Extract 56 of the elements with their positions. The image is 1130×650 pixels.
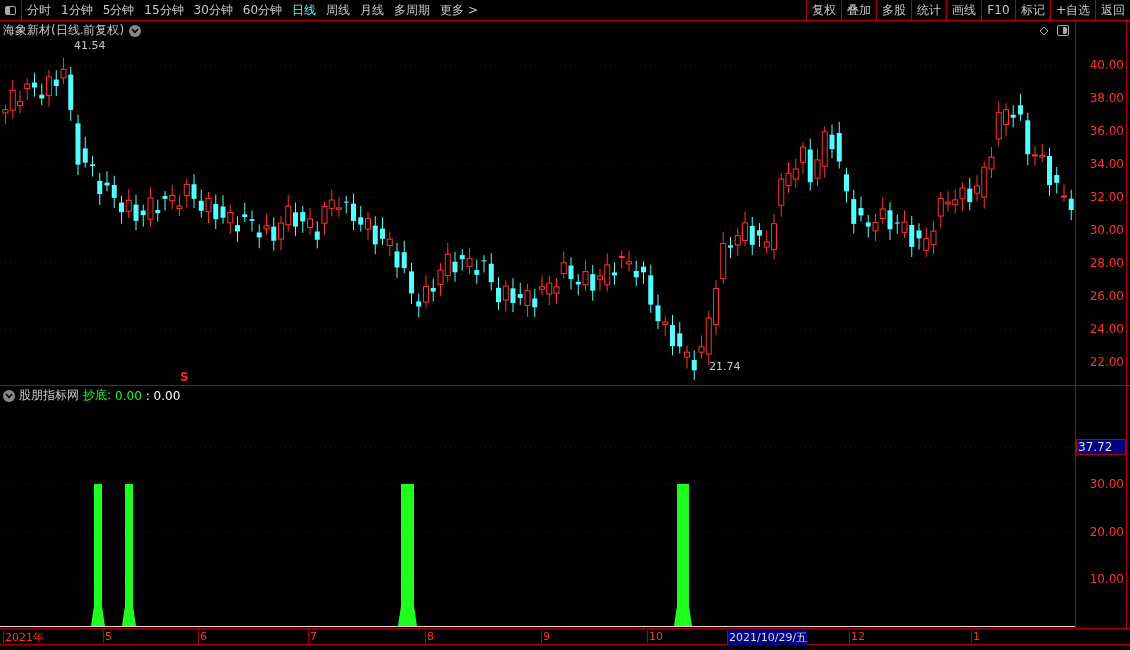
indicator-value: : 0.00: [145, 388, 181, 403]
date-label: 8: [425, 630, 434, 643]
cursor-date-label: 2021/10/29/五: [727, 630, 808, 645]
period-tab[interactable]: 5分钟: [97, 0, 140, 20]
period-tab[interactable]: 60分钟: [237, 0, 288, 20]
date-label: 12: [849, 630, 865, 643]
toolbar-button[interactable]: 返回: [1095, 0, 1130, 20]
date-label: 6: [198, 630, 207, 643]
price-tick: 26.00: [1089, 289, 1124, 303]
cursor-value-label: 37.72: [1076, 439, 1126, 456]
period-tab[interactable]: 1分钟: [56, 0, 98, 20]
high-price-label: 41.54: [74, 39, 106, 52]
toolbar-button[interactable]: 叠加: [840, 0, 876, 20]
price-tick: 34.00: [1089, 157, 1124, 171]
period-tab[interactable]: 多周期: [389, 0, 436, 20]
price-tick: 36.00: [1089, 124, 1124, 138]
dropdown-icon[interactable]: [3, 389, 15, 402]
signal-mark: S: [180, 370, 189, 384]
price-tick: 24.00: [1089, 322, 1124, 336]
dropdown-icon[interactable]: [129, 24, 142, 37]
toolbar-button[interactable]: F10: [980, 0, 1015, 20]
signal-label: 抄底:: [83, 387, 112, 404]
period-tab[interactable]: 15分钟: [139, 0, 189, 20]
toolbar-button[interactable]: 画线: [945, 0, 981, 20]
signal-value: 0.00: [115, 388, 142, 403]
toolbar-button[interactable]: +自选: [1049, 0, 1095, 20]
price-tick: 28.00: [1089, 256, 1124, 270]
price-tick: 22.00: [1089, 355, 1124, 369]
diamond-icon[interactable]: [1039, 26, 1049, 36]
period-tab[interactable]: 月线: [355, 0, 390, 20]
price-tick: 40.00: [1089, 58, 1124, 72]
indicator-tick: 10.00: [1089, 572, 1124, 586]
indicator-tick: 20.00: [1089, 524, 1124, 539]
indicator-name: 股朋指标网: [19, 387, 79, 404]
date-label: 1: [971, 630, 980, 643]
panel-toggle-icon[interactable]: [1057, 25, 1069, 36]
date-label: 10: [647, 630, 663, 643]
toolbar-button[interactable]: 多股: [875, 0, 911, 20]
indicator-tick: 30.00: [1089, 477, 1124, 491]
price-tick: 30.00: [1089, 223, 1124, 237]
period-tab[interactable]: 日线: [287, 0, 322, 20]
chart-title: 海象新材(日线.前复权): [3, 22, 125, 39]
date-label: 2021年: [3, 630, 44, 645]
date-label: 9: [541, 630, 550, 643]
price-tick: 32.00: [1089, 190, 1124, 204]
price-tick: 38.00: [1089, 91, 1124, 105]
period-tab[interactable]: 周线: [321, 0, 356, 20]
toolbar-button[interactable]: 统计: [910, 0, 946, 20]
toolbar-button[interactable]: 复权: [805, 0, 841, 20]
period-tab[interactable]: 30分钟: [188, 0, 238, 20]
low-price-label: 21.74: [709, 360, 741, 373]
toolbar-button[interactable]: 标记: [1014, 0, 1050, 20]
date-label: 7: [308, 630, 317, 643]
period-tab[interactable]: 更多 >: [435, 0, 483, 20]
period-tab[interactable]: 分时: [22, 0, 56, 20]
date-label: 5: [103, 630, 112, 643]
